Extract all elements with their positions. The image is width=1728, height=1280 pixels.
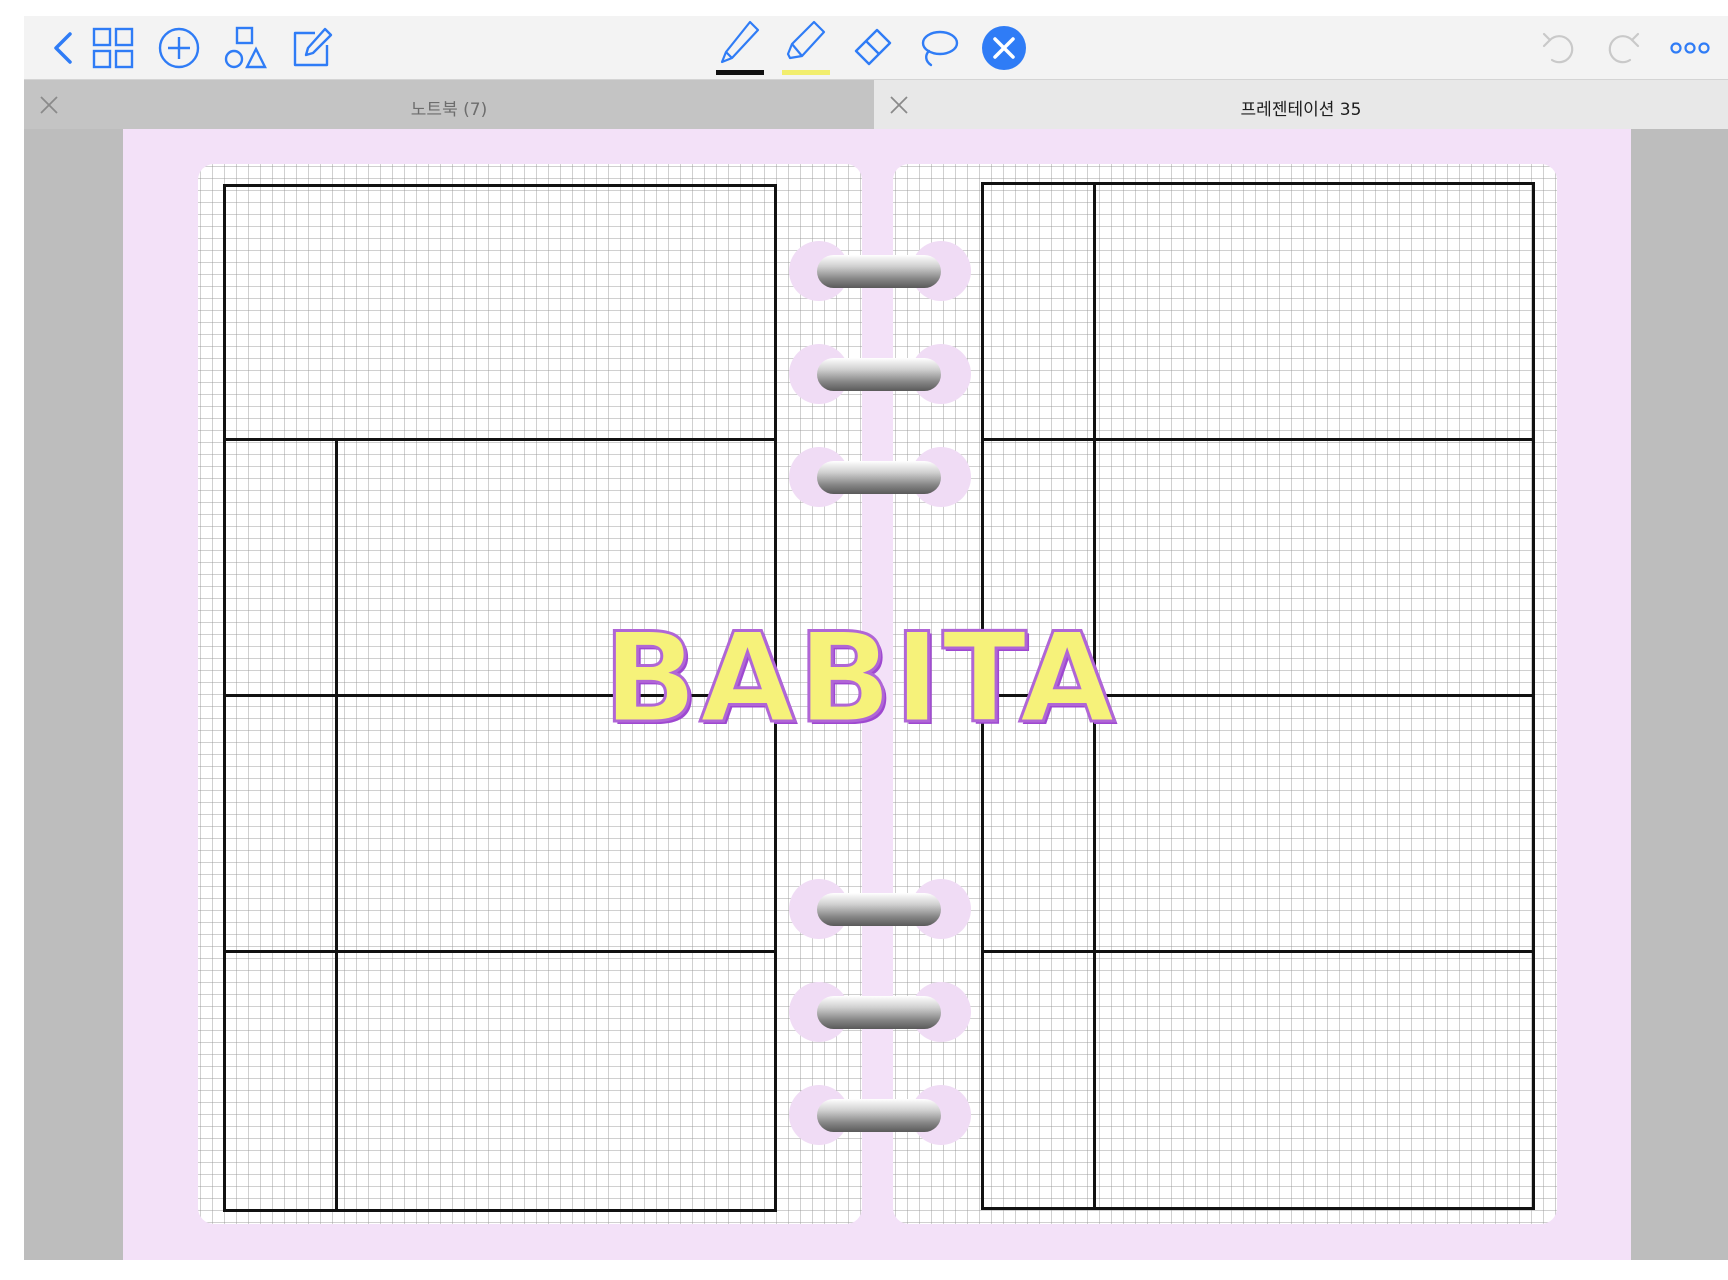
close-circle-icon: [982, 26, 1026, 70]
chevron-left-icon: [54, 32, 72, 64]
eraser-tool-button[interactable]: [846, 22, 898, 74]
divider-line: [223, 438, 777, 441]
binder-ring: [789, 241, 971, 301]
undo-button[interactable]: [1532, 22, 1584, 74]
binder-ring: [789, 879, 971, 939]
binder-ring: [789, 982, 971, 1042]
shapes-icon: [224, 26, 267, 69]
undo-icon: [1542, 32, 1574, 64]
binder-ring: [789, 447, 971, 507]
back-button[interactable]: [38, 22, 90, 74]
tab-title: 프레젠테이션 35: [1240, 100, 1362, 120]
grid-icon: [92, 27, 134, 69]
notebook-page[interactable]: BABITA: [123, 129, 1631, 1260]
pen-icon: [716, 20, 764, 75]
compose-icon: [293, 27, 333, 67]
eraser-icon: [854, 28, 892, 66]
toolbar: [24, 16, 1728, 79]
pen-tool-button[interactable]: [712, 18, 768, 78]
divider-line: [335, 438, 338, 1212]
add-button[interactable]: [153, 22, 205, 74]
redo-icon: [1608, 32, 1640, 64]
tab-presentation[interactable]: 프레젠테이션 35: [874, 80, 1728, 129]
cover-title-sticker[interactable]: BABITA: [602, 608, 1163, 751]
tab-bar: 노트북 (7) 프레젠테이션 35: [24, 79, 1728, 129]
app-window: 노트북 (7) 프레젠테이션 35 BABITA: [24, 16, 1728, 1260]
edit-button[interactable]: [286, 22, 338, 74]
lasso-icon: [921, 30, 959, 67]
shapes-button[interactable]: [220, 22, 272, 74]
divider-line: [981, 950, 1535, 953]
plus-circle-icon: [158, 27, 200, 69]
thumbnails-button[interactable]: [87, 22, 139, 74]
highlighter-tool-button[interactable]: [778, 18, 834, 78]
tab-title: 노트북 (7): [410, 100, 488, 120]
tab-notebook[interactable]: 노트북 (7): [24, 80, 874, 129]
more-icon: [1670, 42, 1710, 54]
divider-line: [223, 950, 777, 953]
divider-line: [981, 438, 1535, 441]
binder-ring: [789, 344, 971, 404]
lasso-tool-button[interactable]: [912, 22, 964, 74]
more-button[interactable]: [1664, 22, 1716, 74]
highlighter-icon: [782, 20, 830, 75]
active-tool-button[interactable]: [978, 22, 1030, 74]
binder-ring: [789, 1085, 971, 1145]
redo-button[interactable]: [1598, 22, 1650, 74]
